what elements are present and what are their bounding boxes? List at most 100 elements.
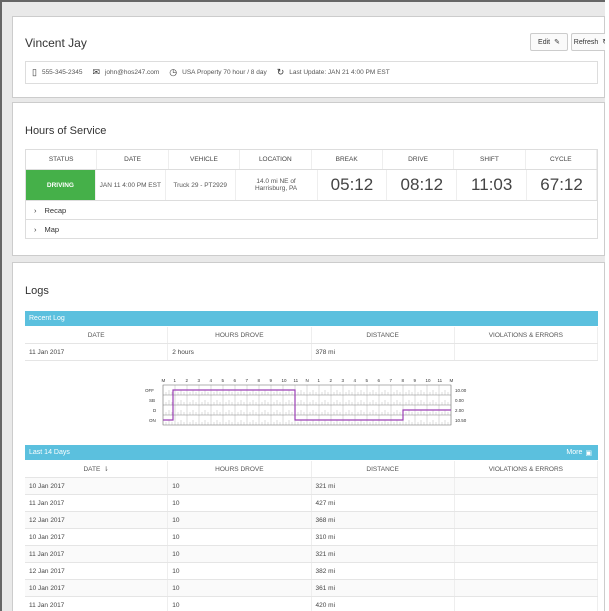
mail-icon: ✉ bbox=[92, 67, 100, 77]
edit-label: Edit bbox=[538, 38, 551, 46]
hos-table: STATUS DATE VEHICLE LOCATION BREAK DRIVE… bbox=[25, 149, 598, 239]
hour-label: 6 bbox=[378, 378, 381, 383]
hour-label: 4 bbox=[354, 378, 357, 383]
total-sb: 0.00 bbox=[455, 398, 464, 403]
sort-icon: ⇂ bbox=[103, 466, 109, 473]
cell-hours: 2 hours bbox=[168, 344, 312, 360]
hos-col-location: LOCATION bbox=[240, 150, 312, 169]
hour-label: 2 bbox=[330, 378, 333, 383]
hos-title: Hours of Service bbox=[25, 125, 107, 137]
col-date: DATE bbox=[25, 327, 169, 343]
table-row[interactable]: 10 Jan 2017 10 310 mi bbox=[25, 529, 598, 546]
recent-log-row[interactable]: 11 Jan 2017 2 hours 378 mi bbox=[25, 344, 598, 361]
logs-title: Logs bbox=[25, 285, 49, 297]
col-distance: DISTANCE bbox=[312, 327, 455, 343]
cell-distance: 321 mi bbox=[312, 546, 455, 562]
total-on: 10.50 bbox=[455, 418, 467, 423]
col-distance: DISTANCE bbox=[312, 461, 455, 477]
table-row[interactable]: 10 Jan 2017 10 321 mi bbox=[25, 478, 598, 495]
hour-label: 11 bbox=[294, 378, 299, 383]
hos-header-row: STATUS DATE VEHICLE LOCATION BREAK DRIVE… bbox=[26, 150, 597, 170]
graph-status-labels: OFF SB D ON bbox=[145, 388, 157, 423]
hour-label: 9 bbox=[414, 378, 417, 383]
cell-violations bbox=[455, 512, 598, 528]
cell-date: 11 Jan 2017 bbox=[25, 344, 169, 360]
chevron-right-icon: › bbox=[34, 205, 37, 215]
more-label: More bbox=[566, 449, 583, 456]
shift-time: 11:03 bbox=[457, 170, 528, 200]
hos-col-drive: DRIVE bbox=[383, 150, 455, 169]
cell-distance: 361 mi bbox=[312, 580, 455, 596]
graph-hour-labels: M 1 2 3 4 5 6 7 8 9 10 11 N 1 2 3 4 5 6 7 8 9 10 11 M bbox=[162, 378, 454, 383]
refresh-button[interactable]: Refresh ↻ bbox=[571, 33, 605, 51]
cell-violations bbox=[455, 529, 598, 545]
break-time: 05:12 bbox=[318, 170, 388, 200]
logs-card: Logs Recent Log DATE HOURS DROVE DISTANC… bbox=[12, 262, 605, 611]
cell-date: 10 Jan 2017 bbox=[25, 580, 169, 596]
email-address: john@hos247.com bbox=[104, 69, 160, 76]
table-row[interactable]: 10 Jan 2017 10 361 mi bbox=[25, 580, 598, 597]
recap-label: Recap bbox=[44, 205, 67, 215]
last-update-info: ↻ Last Update: JAN 21 4:00 PM EST bbox=[277, 67, 390, 78]
cell-hours: 10 bbox=[168, 495, 312, 511]
hour-label: 4 bbox=[210, 378, 213, 383]
pencil-icon: ✎ bbox=[554, 39, 560, 46]
col-violations: VIOLATIONS & ERRORS bbox=[455, 461, 598, 477]
table-row[interactable]: 11 Jan 2017 10 321 mi bbox=[25, 546, 598, 563]
table-row[interactable]: 12 Jan 2017 10 382 mi bbox=[25, 563, 598, 580]
table-row[interactable]: 11 Jan 2017 10 427 mi bbox=[25, 495, 598, 512]
cell-violations bbox=[455, 597, 598, 611]
hour-label: N bbox=[306, 378, 309, 383]
cell-violations bbox=[455, 495, 598, 511]
table-row[interactable]: 12 Jan 2017 10 368 mi bbox=[25, 512, 598, 529]
driver-name: Vincent Jay bbox=[25, 36, 87, 50]
hour-label: M bbox=[450, 378, 454, 383]
cell-hours: 10 bbox=[168, 580, 312, 596]
col-date-sortable[interactable]: DATE ⇂ bbox=[25, 461, 169, 477]
cell-date: 11 Jan 2017 bbox=[25, 597, 169, 611]
hour-label: 10 bbox=[426, 378, 432, 383]
edit-button[interactable]: Edit ✎ bbox=[530, 33, 568, 51]
cell-distance: 368 mi bbox=[312, 512, 455, 528]
chevron-right-icon: › bbox=[34, 224, 37, 234]
hour-label: 5 bbox=[222, 378, 225, 383]
driver-info-bar: ▯ 555-345-2345 ✉ john@hos247.com ◷ USA P… bbox=[25, 61, 598, 84]
more-button[interactable]: More ▣ bbox=[566, 445, 592, 460]
last-14-header: DATE ⇂ HOURS DROVE DISTANCE VIOLATIONS &… bbox=[25, 461, 598, 478]
hos-location: 14.0 mi NE of Harrisburg, PA bbox=[236, 170, 318, 200]
cell-violations bbox=[455, 478, 598, 494]
table-row[interactable]: 11 Jan 2017 10 420 mi bbox=[25, 597, 598, 611]
clock-icon: ◷ bbox=[169, 67, 178, 77]
phone-icon: ▯ bbox=[32, 67, 37, 77]
cell-violations bbox=[455, 344, 598, 360]
cell-distance: 382 mi bbox=[312, 563, 455, 579]
hos-data-row: DRIVING JAN 11 4:00 PM EST Truck 29 - PT… bbox=[26, 170, 597, 200]
status-label-off: OFF bbox=[145, 388, 154, 393]
hour-label: 11 bbox=[438, 378, 443, 383]
drive-time: 08:12 bbox=[387, 170, 458, 200]
log-rows: 10 Jan 2017 10 321 mi 11 Jan 2017 10 427 mi 12… bbox=[25, 478, 598, 611]
cell-violations bbox=[455, 563, 598, 579]
recap-toggle[interactable]: › Recap bbox=[26, 200, 597, 219]
refresh-icon: ↻ bbox=[276, 67, 285, 77]
hour-label: M bbox=[162, 378, 166, 383]
recent-log-label: Recent Log bbox=[29, 315, 65, 322]
cell-distance: 321 mi bbox=[312, 478, 455, 494]
hour-label: 7 bbox=[390, 378, 393, 383]
ruleset-info: ◷ USA Property 70 hour / 8 day bbox=[169, 67, 266, 78]
cell-date: 11 Jan 2017 bbox=[25, 495, 169, 511]
refresh-icon: ↻ bbox=[602, 38, 605, 46]
last-update-text: Last Update: JAN 21 4:00 PM EST bbox=[289, 69, 390, 76]
map-toggle[interactable]: › Map bbox=[26, 219, 597, 238]
recent-log-bar: Recent Log bbox=[25, 311, 598, 326]
cell-distance: 310 mi bbox=[312, 529, 455, 545]
cell-hours: 10 bbox=[168, 563, 312, 579]
hour-label: 10 bbox=[282, 378, 288, 383]
last-14-days-table: DATE ⇂ HOURS DROVE DISTANCE VIOLATIONS &… bbox=[25, 461, 598, 611]
cell-distance: 427 mi bbox=[312, 495, 455, 511]
email-info: ✉ john@hos247.com bbox=[92, 67, 159, 78]
col-hours-drove: HOURS DROVE bbox=[168, 461, 312, 477]
last-14-days-label: Last 14 Days bbox=[29, 449, 70, 456]
hour-label: 3 bbox=[198, 378, 201, 383]
cycle-time: 67:12 bbox=[527, 170, 597, 200]
